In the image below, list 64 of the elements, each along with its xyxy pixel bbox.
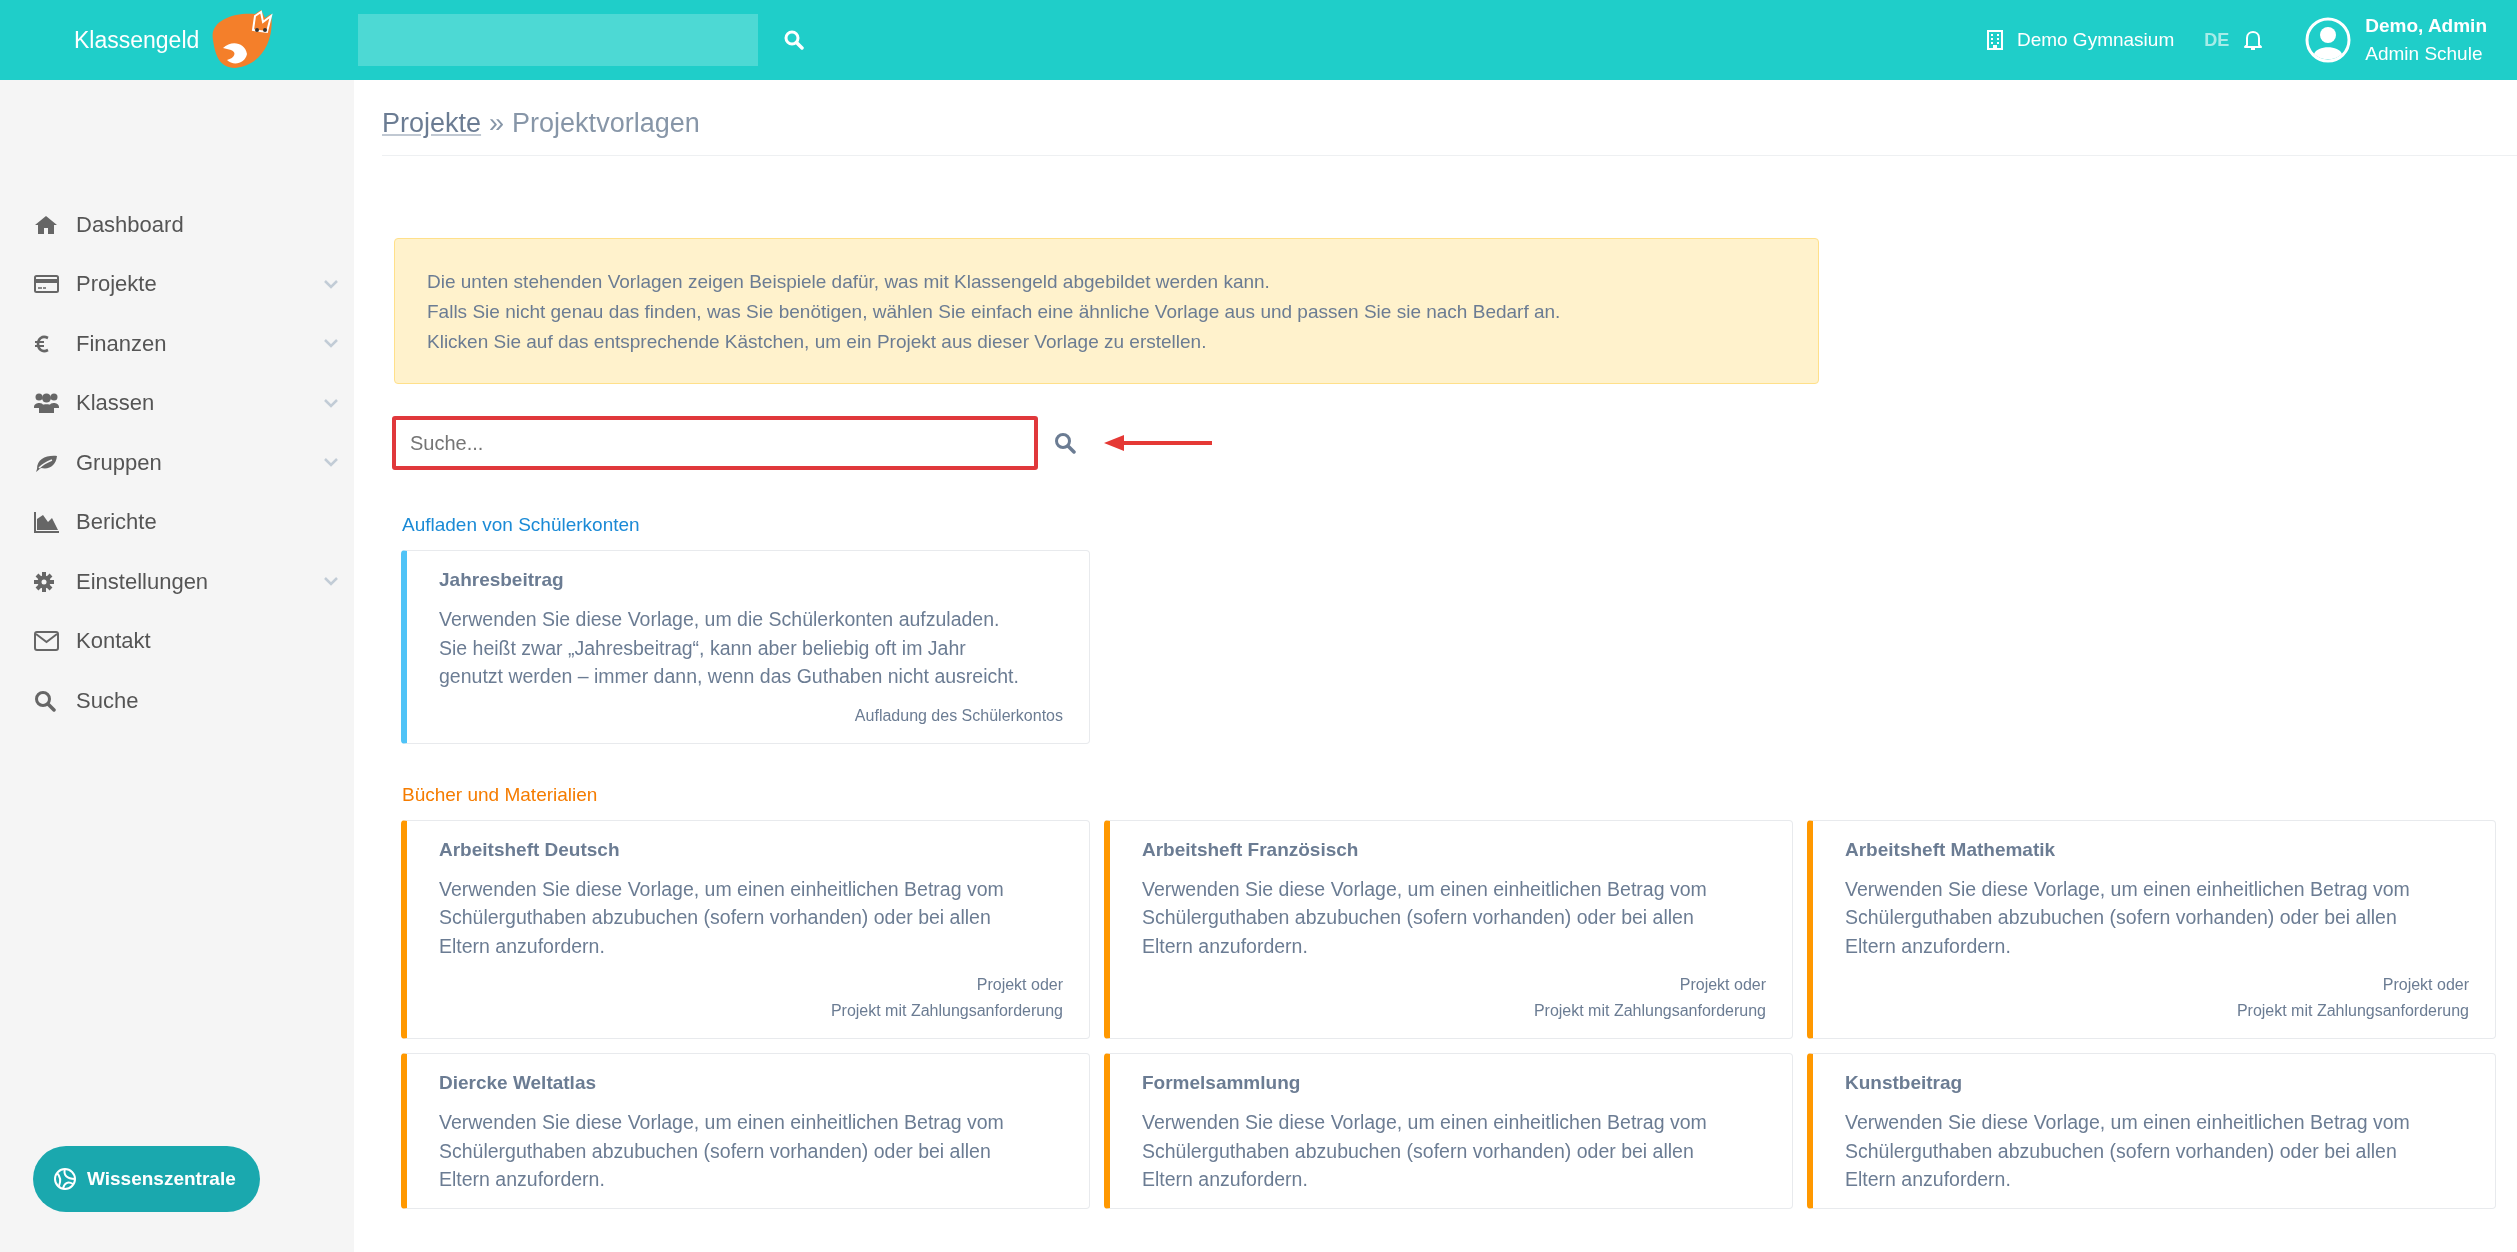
template-title: Arbeitsheft Französisch xyxy=(1142,838,1360,861)
info-text: Falls Sie nicht genau das finden, was Sie benötigen, wählen Sie einfach eine ähnliche Vorlage aus und passen Sie sie nach Bedarf an. xyxy=(427,300,1562,324)
template-description: Verwenden Sie diese Vorlage, um einen einheitlichen Betrag vom Schülerguthaben abzubuchen (sofern vorhanden) oder bei allen Eltern anzufordern. xyxy=(439,1110,1005,1192)
search-icon[interactable] xyxy=(1054,432,1076,454)
chevron-down-icon xyxy=(324,458,338,468)
users-icon xyxy=(34,392,59,415)
sidebar-item[interactable]: Finanzen xyxy=(0,314,354,374)
template-card[interactable] xyxy=(401,550,1090,744)
template-type: Projekt oder xyxy=(1679,975,1766,995)
search-field[interactable] xyxy=(358,14,758,66)
envelope-icon xyxy=(34,631,59,652)
template-card[interactable] xyxy=(1104,819,1793,1039)
template-type: Projekt mit Zahlungsanforderung xyxy=(2236,1001,2469,1021)
template-description: Verwenden Sie diese Vorlage, um einen einheitlichen Betrag vom Schülerguthaben abzubuchen (sofern vorhanden) oder bei allen Eltern anzufordern. xyxy=(439,876,1005,959)
template-card[interactable] xyxy=(401,819,1090,1039)
template-title: Arbeitsheft Mathematik xyxy=(1845,838,2057,861)
user-role: Admin Schule xyxy=(2365,43,2484,65)
sidebar-item[interactable]: Projekte xyxy=(0,254,354,314)
template-type: Projekt mit Zahlungsanforderung xyxy=(830,1001,1063,1021)
template-description: Verwenden Sie diese Vorlage, um einen einheitlichen Betrag vom Schülerguthaben abzubuchen (sofern vorhanden) oder bei allen Eltern anzufordern. xyxy=(1845,876,2411,959)
template-title: Jahresbeitrag xyxy=(439,569,565,591)
template-type: Projekt mit Zahlungsanforderung xyxy=(1533,1001,1766,1021)
template-type: Projekt oder xyxy=(976,975,1063,995)
template-card[interactable]: Formelsammlung Verwenden Sie diese Vorlage, um einen einheitlichen Betrag vom Schülerguthaben abzubuchen (sofern vorhanden) oder bei allen Eltern anzufordern. xyxy=(1104,1053,1793,1209)
template-type: Projekt oder xyxy=(2382,975,2469,995)
sidebar-item[interactable]: Gruppen xyxy=(0,433,354,493)
search-field[interactable]: Suche... xyxy=(392,416,1038,470)
template-card[interactable]: Kunstbeitrag Verwenden Sie diese Vorlage, um einen einheitlichen Betrag vom Schülerguthaben abzubuchen (sofern vorhanden) oder bei allen Eltern anzufordern. xyxy=(1807,1053,2496,1209)
sidebar-item[interactable]: Klassen xyxy=(0,373,354,433)
breadcrumb-current: Projektvorlagen xyxy=(512,108,700,139)
template-card[interactable]: Diercke Weltatlas Verwenden Sie diese Vorlage, um einen einheitlichen Betrag vom Schülerguthaben abzubuchen (sofern vorhanden) oder bei allen Eltern anzufordern. xyxy=(401,1053,1090,1209)
sidebar-item[interactable]: Suche xyxy=(0,671,354,731)
info-text: Klicken Sie auf das entsprechende Kästchen, um ein Projekt aus dieser Vorlage zu erstellen. xyxy=(427,330,1208,354)
template-title: Kunstbeitrag xyxy=(1845,1072,1964,1094)
template-type: Aufladung des Schülerkontos xyxy=(854,705,1063,726)
breadcrumb-separator: » xyxy=(489,108,505,139)
breadcrumb-link[interactable]: Projekte xyxy=(382,108,482,139)
globe-icon xyxy=(53,1167,77,1191)
template-title: Formelsammlung xyxy=(1142,1072,1302,1094)
template-title: Arbeitsheft Deutsch xyxy=(439,838,621,861)
area-chart-icon xyxy=(34,511,60,534)
sidebar-item[interactable]: Berichte xyxy=(0,492,354,552)
home-icon xyxy=(34,214,58,235)
chevron-down-icon xyxy=(324,577,338,587)
section-title: Aufladen von Schülerkonten xyxy=(402,514,641,536)
sidebar-item[interactable]: Einstellungen xyxy=(0,552,354,612)
chevron-down-icon xyxy=(324,279,338,289)
chevron-down-icon xyxy=(324,398,338,408)
info-text: Die unten stehenden Vorlagen zeigen Beispiele dafür, was mit Klassengeld abgebildet werden kann. xyxy=(427,270,1271,294)
sidebar-item[interactable]: Dashboard xyxy=(0,195,354,255)
template-description: Verwenden Sie diese Vorlage, um einen einheitlichen Betrag vom Schülerguthaben abzubuchen (sofern vorhanden) oder bei allen Eltern anzufordern. xyxy=(1845,1110,2411,1192)
gear-icon xyxy=(34,571,54,592)
sidebar-item[interactable]: Kontakt xyxy=(0,611,354,671)
chevron-down-icon xyxy=(324,339,338,349)
euro-icon xyxy=(34,334,50,353)
credit-card-icon xyxy=(34,275,59,294)
search-icon xyxy=(34,689,56,712)
template-description: Verwenden Sie diese Vorlage, um einen einheitlichen Betrag vom Schülerguthaben abzubuchen (sofern vorhanden) oder bei allen Eltern anzufordern. xyxy=(1142,1110,1708,1192)
template-description: Verwenden Sie diese Vorlage, um die Schülerkonten aufzuladen. Sie heißt zwar „Jahresbeitrag“, kann aber beliebig oft im Jahr genutzt werden – immer dann, wenn das Guthaben nicht ausreicht. xyxy=(439,607,1020,689)
template-card[interactable] xyxy=(1807,819,2496,1039)
building-icon xyxy=(1986,30,2003,50)
template-title: Diercke Weltatlas xyxy=(439,1072,597,1094)
template-description: Verwenden Sie diese Vorlage, um einen einheitlichen Betrag vom Schülerguthaben abzubuchen (sofern vorhanden) oder bei allen Eltern anzufordern. xyxy=(1142,876,1708,959)
section-title: Bücher und Materialien xyxy=(402,783,599,806)
